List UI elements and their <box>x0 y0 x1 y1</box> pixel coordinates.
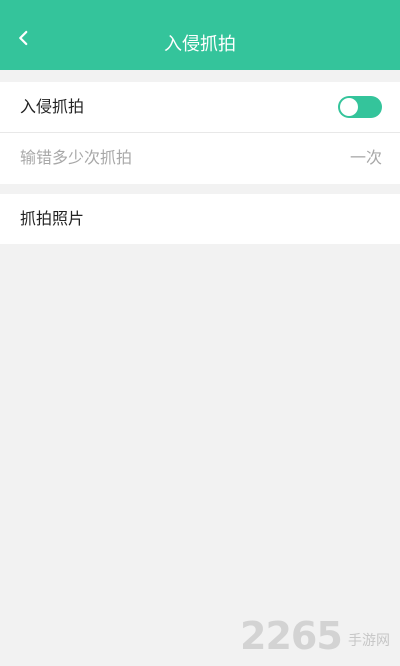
capture-photos-label: 抓拍照片 <box>20 209 85 228</box>
watermark-number: 2265 <box>240 614 343 658</box>
photos-card: 抓拍照片 <box>0 194 400 244</box>
intrusion-capture-row[interactable]: 入侵抓拍 <box>0 82 400 132</box>
intrusion-capture-toggle[interactable] <box>338 96 382 118</box>
capture-photos-row[interactable]: 抓拍照片 <box>0 194 400 244</box>
app-header: 入侵抓拍 <box>0 0 400 70</box>
toggle-knob <box>340 98 358 116</box>
attempts-value: 一次 <box>349 148 382 167</box>
site-watermark: 2265 手游网 <box>240 612 390 660</box>
page-title: 入侵抓拍 <box>164 34 236 55</box>
watermark-text: 手游网 <box>348 633 390 649</box>
attempts-label: 输错多少次抓拍 <box>20 148 133 167</box>
attempts-row[interactable]: 输错多少次抓拍 一次 <box>0 133 400 183</box>
intrusion-capture-label: 入侵抓拍 <box>20 97 85 116</box>
capture-settings-card: 入侵抓拍 输错多少次抓拍 一次 <box>0 82 400 184</box>
